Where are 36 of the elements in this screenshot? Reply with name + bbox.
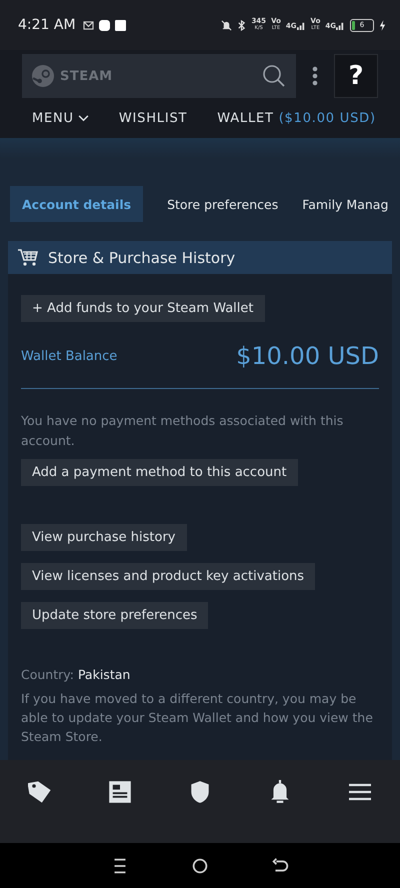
tag-icon[interactable] xyxy=(28,780,52,804)
action-button[interactable]: View licenses and product key activations xyxy=(21,563,316,590)
app-icon xyxy=(98,20,110,30)
more-options-icon[interactable] xyxy=(312,66,318,86)
charging-icon xyxy=(379,20,386,30)
section-title: Store & Purchase History xyxy=(48,248,236,266)
clock-time: 4:21 AM xyxy=(18,17,76,33)
home-icon[interactable] xyxy=(190,856,210,876)
add-payment-button[interactable]: Add a payment method to this account xyxy=(21,459,298,486)
app-icon xyxy=(114,20,126,30)
mail-icon xyxy=(82,20,94,30)
action-button[interactable]: View purchase history xyxy=(21,524,187,551)
action-button[interactable]: Update store preferences xyxy=(21,602,208,629)
country-note: If you have moved to a different country, you may be able to update your Steam Wallet and how you view the Steam Store. xyxy=(21,690,374,746)
wallet-label: Wallet Balance xyxy=(21,348,118,364)
search-icon xyxy=(262,64,286,88)
menu-dropdown[interactable]: MENU xyxy=(32,110,89,126)
payment-note: You have no payment methods associated with this account. xyxy=(21,412,344,450)
help-button[interactable]: ? xyxy=(334,54,378,98)
nav-link[interactable]: WISHLIST xyxy=(118,110,188,126)
chevron-down-icon xyxy=(78,114,89,122)
logo-text: STEAM xyxy=(60,68,113,84)
muted-bell-icon xyxy=(221,20,232,30)
bluetooth-icon xyxy=(237,20,246,30)
wallet-amount: $10.00 USD xyxy=(236,342,379,370)
tab[interactable]: Account details xyxy=(10,186,144,222)
add-funds-button[interactable]: + Add funds to your Steam Wallet xyxy=(21,295,265,322)
news-icon[interactable] xyxy=(108,780,132,804)
tab[interactable]: Family Manag xyxy=(302,186,388,222)
steam-logo-icon xyxy=(32,65,54,87)
tab[interactable]: Store preferences xyxy=(167,186,278,222)
signal-icon xyxy=(336,20,345,30)
country-label: Country: Pakistan xyxy=(21,666,132,684)
wallet-link[interactable]: WALLET ($10.00 USD) xyxy=(217,110,376,126)
signal-icon xyxy=(296,20,306,30)
cart-icon xyxy=(18,248,38,266)
